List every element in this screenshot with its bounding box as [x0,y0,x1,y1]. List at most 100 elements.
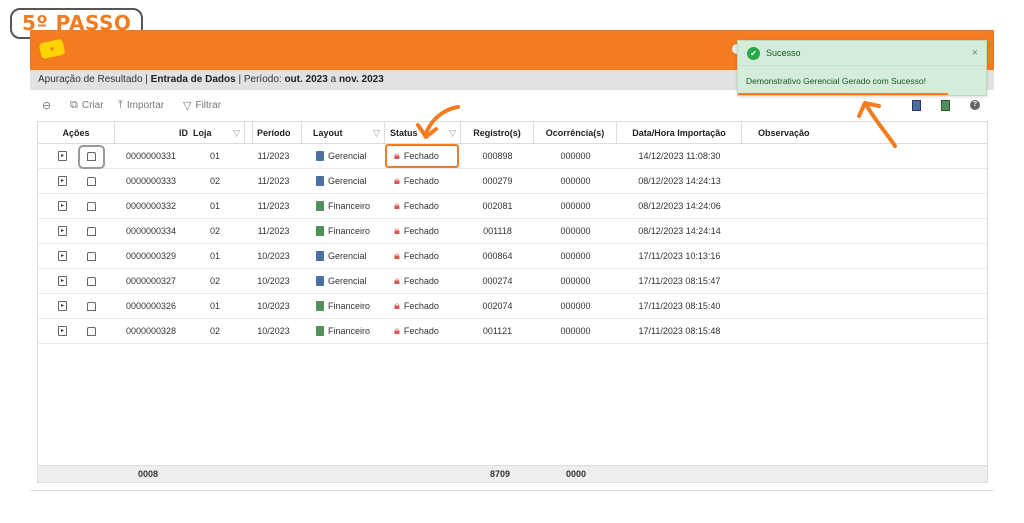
row-view-button[interactable]: ▸ [58,219,70,243]
table-row[interactable]: ▸ 0000000334 02 11/2023 Financeiro 🔒︎ Fechado 0… [38,219,987,244]
row-id: 0000000329 [125,251,177,261]
row-view-button[interactable]: ▸ [58,294,70,318]
row-layout-label: Gerencial [328,151,367,161]
row-pdf-button[interactable] [87,169,99,193]
table-row[interactable]: ▸ 0000000332 01 11/2023 Financeiro 🔒︎ Fechado 0… [38,194,987,219]
row-id: 0000000326 [125,301,177,311]
row-view-button[interactable]: ▸ [58,194,70,218]
col-loja-label: Loja [193,127,212,138]
row-pdf-button[interactable] [87,194,99,218]
breadcrumb-section: Entrada de Dados [150,74,236,85]
row-layout-label: Financeiro [328,326,371,336]
table-row[interactable]: ▸ 0000000333 02 11/2023 Gerencial 🔒︎ Fechado 00… [38,169,987,194]
printer-icon [87,301,96,311]
lock-icon: 🔒︎ [394,324,400,337]
app-logo[interactable]: ● [38,38,66,60]
breadcrumb-period-start: out. 2023 [284,74,328,85]
row-status-label: Fechado [403,226,439,236]
row-view-button[interactable]: ▸ [58,319,70,343]
col-datahora[interactable]: Data/Hora Importação [617,122,742,143]
breadcrumb-period-sep: a [327,74,339,85]
import-button[interactable]: ⤒ Importar [118,99,164,112]
row-loja: 02 [209,226,220,236]
toast-header: ✔ Sucesso × [738,41,986,66]
row-layout: Gerencial [316,144,386,168]
play-doc-icon: ▸ [58,226,67,236]
col-registros[interactable]: Registro(s) [461,122,534,143]
row-status-label: Fechado [403,276,439,286]
data-grid: Ações ID Loja ▽ Período Layout ▽ Status … [37,121,988,483]
row-observacao [758,294,978,318]
play-doc-icon: ▸ [58,251,67,261]
success-toast: ✔ Sucesso × Demonstrativo Gerencial Gera… [737,40,987,96]
row-layout: Financeiro [316,294,386,318]
layout-filter-icon[interactable]: ▽ [373,128,380,139]
row-loja: 01 [209,201,220,211]
table-row[interactable]: ▸ 0000000331 01 11/2023 Gerencial 🔒︎ Fechado 00… [38,144,987,169]
document-icon [316,151,324,161]
col-periodo[interactable]: Período [245,122,302,143]
printer-icon [87,326,96,336]
loja-filter-icon[interactable]: ▽ [233,128,240,139]
lock-icon: 🔒︎ [394,274,400,287]
printer-icon [87,201,96,211]
row-id: 0000000332 [125,201,177,211]
row-layout-label: Gerencial [328,251,367,261]
row-status-label: Fechado [403,326,439,336]
row-pdf-button[interactable] [87,244,99,268]
document-icon [316,326,324,336]
bookmark-blue-icon[interactable] [912,100,921,111]
toolbar: ⊖ ⧉ Criar ⤒ Importar ▽ Filtrar ? [30,96,994,116]
row-periodo: 10/2023 [257,301,290,311]
bookmark-green-icon[interactable] [941,100,950,111]
create-icon: ⧉ [70,99,78,111]
row-datahora: 17/11/2023 10:13:16 [638,251,721,261]
row-status-label: Fechado [403,301,439,311]
row-periodo: 10/2023 [257,276,290,286]
import-label: Importar [126,100,165,111]
table-row[interactable]: ▸ 0000000328 02 10/2023 Financeiro 🔒︎ Fechado 0… [38,319,987,344]
document-icon [316,301,324,311]
row-status-label: Fechado [403,201,439,211]
row-pdf-button[interactable] [87,269,99,293]
row-periodo: 11/2023 [257,176,290,186]
footer-registros-total: 8709 [490,469,511,479]
row-layout: Financeiro [316,319,386,343]
toast-message: Demonstrativo Gerencial Gerado com Suces… [746,75,926,86]
table-row[interactable]: ▸ 0000000329 01 10/2023 Gerencial 🔒︎ Fechado 00… [38,244,987,269]
row-status: 🔒︎ Fechado [394,319,460,343]
status-highlight [385,144,459,168]
row-view-button[interactable]: ▸ [58,144,70,168]
arrow-to-status-icon [416,105,460,139]
row-status: 🔒︎ Fechado [394,219,460,243]
row-view-button[interactable]: ▸ [58,269,70,293]
col-acoes[interactable]: Ações [38,122,115,143]
col-layout[interactable]: Layout ▽ [302,122,385,143]
breadcrumb-period-end: nov. 2023 [338,74,384,85]
row-pdf-button[interactable] [87,319,99,343]
lock-icon: 🔒︎ [394,199,400,212]
row-layout: Gerencial [316,269,386,293]
row-periodo: 10/2023 [257,326,290,336]
table-row[interactable]: ▸ 0000000326 01 10/2023 Financeiro 🔒︎ Fechado 0… [38,294,987,319]
footer-count: 0008 [138,469,159,479]
row-pdf-button[interactable] [87,294,99,318]
table-row[interactable]: ▸ 0000000327 02 10/2023 Gerencial 🔒︎ Fechado 00… [38,269,987,294]
row-view-button[interactable]: ▸ [58,169,70,193]
col-loja[interactable]: Loja ▽ [185,122,245,143]
row-pdf-button[interactable] [87,219,99,243]
row-view-button[interactable]: ▸ [58,244,70,268]
row-observacao [758,219,978,243]
back-button[interactable]: ⊖ [42,99,51,112]
row-registros: 000898 [482,151,513,161]
play-doc-icon: ▸ [58,201,67,211]
create-button[interactable]: ⧉ Criar [70,99,104,112]
close-icon[interactable]: × [972,47,978,59]
pdf-button-highlight [78,145,105,169]
lock-icon: 🔒︎ [394,224,400,237]
col-ocorrencias[interactable]: Ocorrência(s) [534,122,617,143]
play-doc-icon: ▸ [58,326,67,336]
help-icon[interactable]: ? [970,100,980,110]
filter-button[interactable]: ▽ Filtrar [183,99,221,112]
row-observacao [758,319,978,343]
